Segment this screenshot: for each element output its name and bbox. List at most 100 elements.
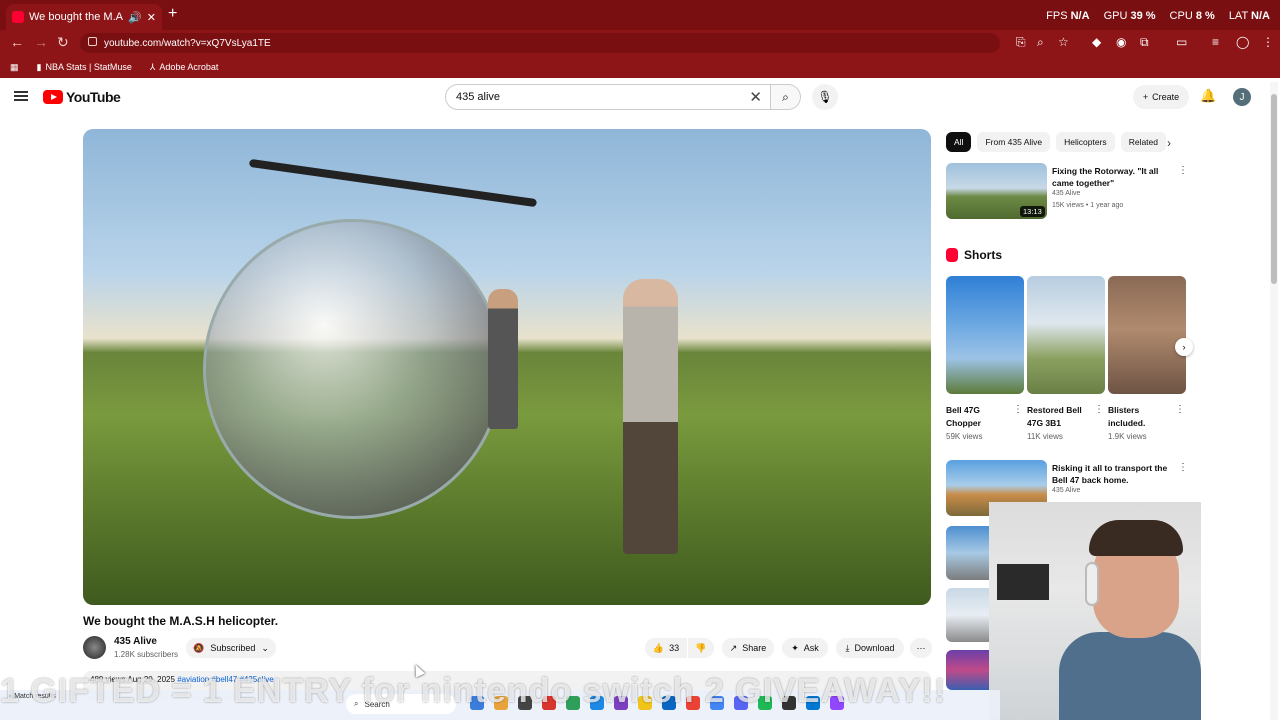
account-avatar[interactable]: J bbox=[1233, 88, 1251, 106]
forward-arrow-icon[interactable]: → bbox=[34, 34, 48, 50]
speaker-icon[interactable]: 🔊 bbox=[128, 11, 142, 24]
extension-diamond-icon[interactable]: ◆ bbox=[1092, 35, 1101, 49]
short-title[interactable]: Restored Bell 47G 3B1 bbox=[1027, 404, 1089, 430]
recommendation-meta: 15K views • 1 year ago bbox=[1052, 202, 1124, 209]
address-toolbar: ← → ↻ youtube.com/watch?v=xQ7VsLya1TE ⎘ … bbox=[0, 30, 1280, 56]
search-icon: ⌕ bbox=[782, 89, 789, 104]
short-item[interactable]: Blisters included. 1.9K views ⋮ bbox=[1108, 276, 1186, 441]
chips-next-chevron-icon[interactable]: › bbox=[1167, 136, 1171, 150]
site-info-icon[interactable] bbox=[88, 37, 97, 46]
clear-search-icon[interactable]: ✕ bbox=[749, 88, 762, 106]
media-control-icon[interactable]: ≡ bbox=[1212, 35, 1219, 49]
thumbs-down-icon: 👎 bbox=[695, 642, 707, 653]
video-title: We bought the M.A.S.H helicopter. bbox=[83, 614, 279, 628]
install-app-icon[interactable]: ⎘ bbox=[1016, 35, 1026, 50]
share-button[interactable]: ↗ Share bbox=[722, 638, 774, 658]
back-arrow-icon[interactable]: ← bbox=[10, 34, 24, 50]
chip-related[interactable]: Related bbox=[1120, 132, 1166, 152]
recommendation-title[interactable]: Fixing the Rotorway. "It all came togeth… bbox=[1052, 165, 1176, 189]
apps-grid-icon[interactable]: ▦ bbox=[10, 62, 19, 73]
notifications-bell-icon[interactable]: 🔔 bbox=[1200, 88, 1216, 104]
browser-tab-active[interactable]: We bought the M.A.S.H helicopter. 🔊 ✕ bbox=[6, 4, 162, 30]
shorts-next-chevron-icon[interactable]: › bbox=[1175, 338, 1193, 356]
browser-tab-strip: We bought the M.A.S.H helicopter. 🔊 ✕ + … bbox=[0, 0, 1280, 30]
download-button[interactable]: ⤓ Download bbox=[836, 638, 904, 658]
new-tab-button[interactable]: + bbox=[168, 5, 177, 23]
performance-overlay: FPS N/A GPU 39 % CPU 8 % LAT N/A bbox=[1046, 10, 1270, 22]
background-monitor-graphic bbox=[997, 564, 1049, 600]
short-item[interactable]: Restored Bell 47G 3B1 11K views ⋮ bbox=[1027, 276, 1105, 441]
statmuse-icon: ▮ bbox=[36, 61, 42, 72]
search-input[interactable]: 435 alive ✕ bbox=[445, 84, 771, 110]
youtube-favicon-icon bbox=[12, 11, 24, 23]
short-views: 11K views bbox=[1027, 432, 1063, 441]
gpu-readout: GPU 39 % bbox=[1103, 10, 1156, 22]
ask-label: Ask bbox=[803, 643, 819, 653]
subscriber-count: 1.28K subscribers bbox=[114, 650, 179, 659]
short-item[interactable]: Bell 47G Chopper 59K views ⋮ bbox=[946, 276, 1024, 441]
extension-audio-icon[interactable]: ◉ bbox=[1116, 35, 1126, 49]
shorts-logo-icon bbox=[946, 248, 958, 262]
plus-icon: + bbox=[1142, 92, 1149, 102]
bookmark-adobe-acrobat[interactable]: ⅄ Adobe Acrobat bbox=[150, 62, 219, 73]
youtube-logo[interactable]: YouTube bbox=[43, 89, 121, 105]
page-scrollbar[interactable] bbox=[1270, 82, 1278, 720]
browser-menu-icon[interactable]: ⋮ bbox=[1262, 35, 1274, 49]
short-title[interactable]: Bell 47G Chopper bbox=[946, 404, 1008, 430]
ask-button[interactable]: ✦ Ask bbox=[782, 638, 828, 658]
bookmark-star-icon[interactable]: ☆ bbox=[1058, 35, 1069, 49]
more-vertical-icon[interactable]: ⋮ bbox=[1094, 404, 1104, 415]
channel-avatar[interactable] bbox=[83, 636, 106, 659]
share-label: Share bbox=[742, 643, 767, 653]
recommendation-item[interactable]: 13:13 Fixing the Rotorway. "It all came … bbox=[946, 163, 1188, 219]
cast-icon[interactable]: ▭ bbox=[1176, 35, 1187, 49]
channel-name[interactable]: 435 Alive bbox=[114, 636, 157, 647]
recommendation-channel[interactable]: 435 Alive bbox=[1052, 487, 1080, 494]
youtube-masthead: YouTube 435 alive ✕ ⌕ 🎙 + Create 🔔 J bbox=[0, 80, 1280, 116]
fps-readout: FPS N/A bbox=[1046, 10, 1090, 22]
short-title[interactable]: Blisters included. bbox=[1108, 404, 1170, 430]
profile-icon[interactable]: ◯ bbox=[1236, 35, 1249, 49]
more-vertical-icon[interactable]: ⋮ bbox=[1178, 462, 1188, 473]
voice-search-button[interactable]: 🎙 bbox=[812, 84, 838, 110]
recommendation-channel[interactable]: 435 Alive bbox=[1052, 190, 1080, 197]
youtube-play-icon bbox=[43, 90, 63, 104]
recommendation-title[interactable]: Risking it all to transport the Bell 47 … bbox=[1052, 462, 1176, 486]
more-vertical-icon[interactable]: ⋮ bbox=[1175, 404, 1185, 415]
more-actions-button[interactable]: ⋯ bbox=[910, 638, 932, 658]
short-thumbnail[interactable] bbox=[1027, 276, 1105, 394]
helicopter-rotor-graphic bbox=[248, 158, 538, 208]
more-vertical-icon[interactable]: ⋮ bbox=[1013, 404, 1023, 415]
url-field[interactable]: youtube.com/watch?v=xQ7VsLya1TE bbox=[80, 33, 1000, 53]
chip-from-channel[interactable]: From 435 Alive bbox=[977, 132, 1051, 152]
guide-menu-icon[interactable] bbox=[14, 91, 28, 101]
create-button[interactable]: + Create bbox=[1133, 85, 1189, 109]
short-thumbnail[interactable] bbox=[946, 276, 1024, 394]
video-player[interactable] bbox=[83, 129, 931, 605]
headphones-graphic bbox=[1085, 562, 1099, 606]
search-button[interactable]: ⌕ bbox=[771, 84, 801, 110]
shorts-heading: Shorts bbox=[946, 248, 1002, 262]
close-tab-icon[interactable]: ✕ bbox=[147, 11, 156, 24]
shorts-heading-label: Shorts bbox=[964, 248, 1003, 262]
chip-all[interactable]: All bbox=[946, 132, 972, 152]
bell-muted-icon: 🔕 bbox=[193, 642, 205, 653]
short-views: 1.9K views bbox=[1108, 432, 1147, 441]
more-vertical-icon[interactable]: ⋮ bbox=[1178, 165, 1188, 176]
subscribed-button[interactable]: 🔕 Subscribed ⌄ bbox=[186, 638, 276, 658]
bookmark-statmuse[interactable]: ▮ NBA Stats | StatMuse bbox=[37, 62, 132, 73]
zoom-icon[interactable]: ⌕ bbox=[1037, 35, 1044, 50]
extensions-puzzle-icon[interactable]: ⧉ bbox=[1140, 35, 1149, 50]
filter-chips: All From 435 Alive Helicopters Related bbox=[946, 132, 1166, 152]
short-thumbnail[interactable] bbox=[1108, 276, 1186, 394]
streamer-shirt-graphic bbox=[1059, 632, 1201, 720]
dislike-button[interactable]: 👎 bbox=[688, 638, 714, 658]
chip-helicopters[interactable]: Helicopters bbox=[1056, 132, 1115, 152]
scrollbar-thumb[interactable] bbox=[1271, 94, 1277, 284]
like-button[interactable]: 👍 33 bbox=[645, 638, 687, 658]
stream-overlay-text: 1 GIFTED = 1 ENTRY for nintendo switch 2… bbox=[0, 672, 947, 710]
reload-icon[interactable]: ↻ bbox=[57, 34, 69, 51]
url-text: youtube.com/watch?v=xQ7VsLya1TE bbox=[104, 37, 271, 49]
subscribed-label: Subscribed bbox=[210, 643, 256, 653]
like-count: 33 bbox=[669, 643, 680, 653]
